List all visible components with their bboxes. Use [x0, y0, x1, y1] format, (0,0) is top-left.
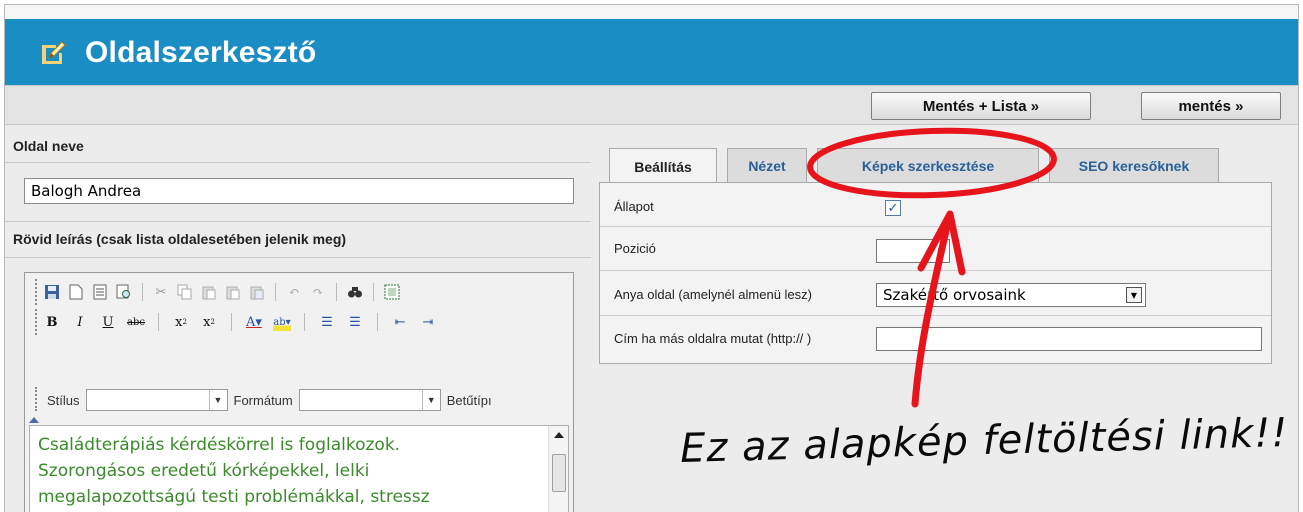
- copy-icon[interactable]: [176, 283, 194, 301]
- url-label: Cím ha más oldalra mutat (http:// ): [614, 331, 812, 346]
- tab-seo[interactable]: SEO keresőknek: [1049, 148, 1219, 182]
- divider: [600, 226, 1271, 227]
- select-all-icon[interactable]: [383, 283, 401, 301]
- editor-toolbar-row-3: Stílus ▼ Formátum ▼ Betűtípı: [47, 387, 492, 413]
- divider: [600, 270, 1271, 271]
- settings-panel: Állapot ✓ Pozició 0 Anya oldal (amelynél…: [599, 182, 1272, 364]
- editor-toolbar-row-2: B I U abc x2 x2 A▾ ab▾ ☰ ☰ ⇤ ⇥: [43, 309, 437, 335]
- editor-text-line: Szorongásos eredetű kórképekkel, lelki: [38, 461, 370, 481]
- action-toolbar: Mentés + Lista » mentés »: [5, 85, 1298, 125]
- new-page-icon[interactable]: [67, 283, 85, 301]
- chevron-down-icon: ▼: [1126, 287, 1142, 303]
- toolbar-separator: [304, 313, 305, 331]
- subscript-icon[interactable]: x2: [172, 313, 190, 331]
- scroll-thumb[interactable]: [552, 454, 566, 492]
- parent-page-value: Szakértő orvosaink: [883, 286, 1026, 304]
- editor-scrollbar[interactable]: [548, 426, 568, 512]
- divider: [5, 257, 591, 258]
- divider: [5, 221, 591, 222]
- page-name-input[interactable]: Balogh Andrea: [24, 178, 574, 204]
- position-label: Pozició: [614, 241, 656, 256]
- format-select[interactable]: ▼: [298, 389, 441, 411]
- underline-icon[interactable]: U: [99, 313, 117, 331]
- cut-icon[interactable]: ✂: [152, 283, 170, 301]
- italic-icon[interactable]: I: [71, 313, 89, 331]
- tab-settings[interactable]: Beállítás: [609, 148, 717, 184]
- save-button[interactable]: mentés »: [1141, 92, 1281, 120]
- url-input[interactable]: [876, 327, 1262, 351]
- tab-image-editing[interactable]: Képek szerkesztése: [817, 148, 1039, 182]
- strikethrough-icon[interactable]: abc: [127, 313, 145, 331]
- superscript-icon[interactable]: x2: [200, 313, 218, 331]
- chevron-down-icon: ▼: [421, 390, 440, 410]
- indent-icon[interactable]: ⇥: [419, 313, 437, 331]
- tab-view[interactable]: Nézet: [727, 148, 807, 182]
- status-label: Állapot: [614, 199, 654, 214]
- status-checkbox[interactable]: ✓: [885, 200, 901, 216]
- editor-toolbar-row-1: ✂ ↶ ↷: [43, 279, 401, 305]
- toolbar-grip[interactable]: [35, 279, 38, 305]
- redo-icon[interactable]: ↷: [309, 283, 327, 301]
- divider: [600, 315, 1271, 316]
- text-color-icon[interactable]: A▾: [245, 313, 263, 331]
- toolbar-grip[interactable]: [35, 387, 38, 411]
- divider: [5, 162, 591, 163]
- paste-icon[interactable]: [200, 283, 218, 301]
- style-select[interactable]: ▼: [85, 389, 228, 411]
- page-name-label: Oldal neve: [13, 138, 84, 154]
- highlight-color-icon[interactable]: ab▾: [273, 313, 291, 331]
- toolbar-separator: [142, 283, 143, 301]
- editor-text-line: megalapozottságú testi problémákkal, str…: [38, 487, 430, 507]
- page-title: Oldalszerkesztő: [85, 36, 317, 69]
- bulleted-list-icon[interactable]: ☰: [346, 313, 364, 331]
- font-label: Betűtípı: [446, 392, 492, 408]
- edit-pencil-icon: [42, 41, 66, 64]
- toolbar-separator: [231, 313, 232, 331]
- toolbar-separator: [275, 283, 276, 301]
- short-description-label: Rövid leírás (csak lista oldalesetében j…: [13, 231, 347, 247]
- top-strip: [5, 5, 1298, 19]
- chevron-down-icon: ▼: [208, 390, 227, 410]
- outdent-icon[interactable]: ⇤: [391, 313, 409, 331]
- style-label: Stílus: [47, 392, 80, 408]
- rich-text-editor: ✂ ↶ ↷ B I U abc x 2 x 2 A▾ ab▾ ☰ ☰ ⇤ ⇥ S…: [24, 272, 574, 512]
- toolbar-separator: [377, 313, 378, 331]
- save-icon[interactable]: [43, 283, 61, 301]
- toolbar-separator: [158, 313, 159, 331]
- bold-icon[interactable]: B: [43, 313, 61, 331]
- numbered-list-icon[interactable]: ☰: [318, 313, 336, 331]
- position-input[interactable]: 0: [876, 239, 950, 263]
- parent-page-select[interactable]: Szakértő orvosaink ▼: [876, 283, 1146, 307]
- preview-icon[interactable]: [115, 283, 133, 301]
- toolbar-separator: [373, 283, 374, 301]
- collapse-toolbar-icon[interactable]: [29, 417, 39, 423]
- paste-text-icon[interactable]: [224, 283, 242, 301]
- find-icon[interactable]: [346, 283, 364, 301]
- title-bar: Oldalszerkesztő: [5, 19, 1298, 85]
- templates-icon[interactable]: [91, 283, 109, 301]
- editor-content-area[interactable]: Családterápiás kérdéskörrel is foglalkoz…: [29, 425, 569, 512]
- save-and-list-button[interactable]: Mentés + Lista »: [871, 92, 1091, 120]
- paste-word-icon[interactable]: [248, 283, 266, 301]
- format-label: Formátum: [233, 392, 293, 408]
- editor-text: Családterápiás kérdéskörrel is foglalkoz…: [38, 432, 538, 510]
- undo-icon[interactable]: ↶: [285, 283, 303, 301]
- editor-text-line: Családterápiás kérdéskörrel is foglalkoz…: [38, 435, 401, 455]
- toolbar-separator: [336, 283, 337, 301]
- parent-page-label: Anya oldal (amelynél almenü lesz): [614, 287, 812, 302]
- left-panel: Oldal neve Balogh Andrea Rövid leírás (c…: [5, 126, 591, 512]
- toolbar-grip[interactable]: [35, 309, 38, 335]
- scroll-up-icon[interactable]: [554, 432, 564, 438]
